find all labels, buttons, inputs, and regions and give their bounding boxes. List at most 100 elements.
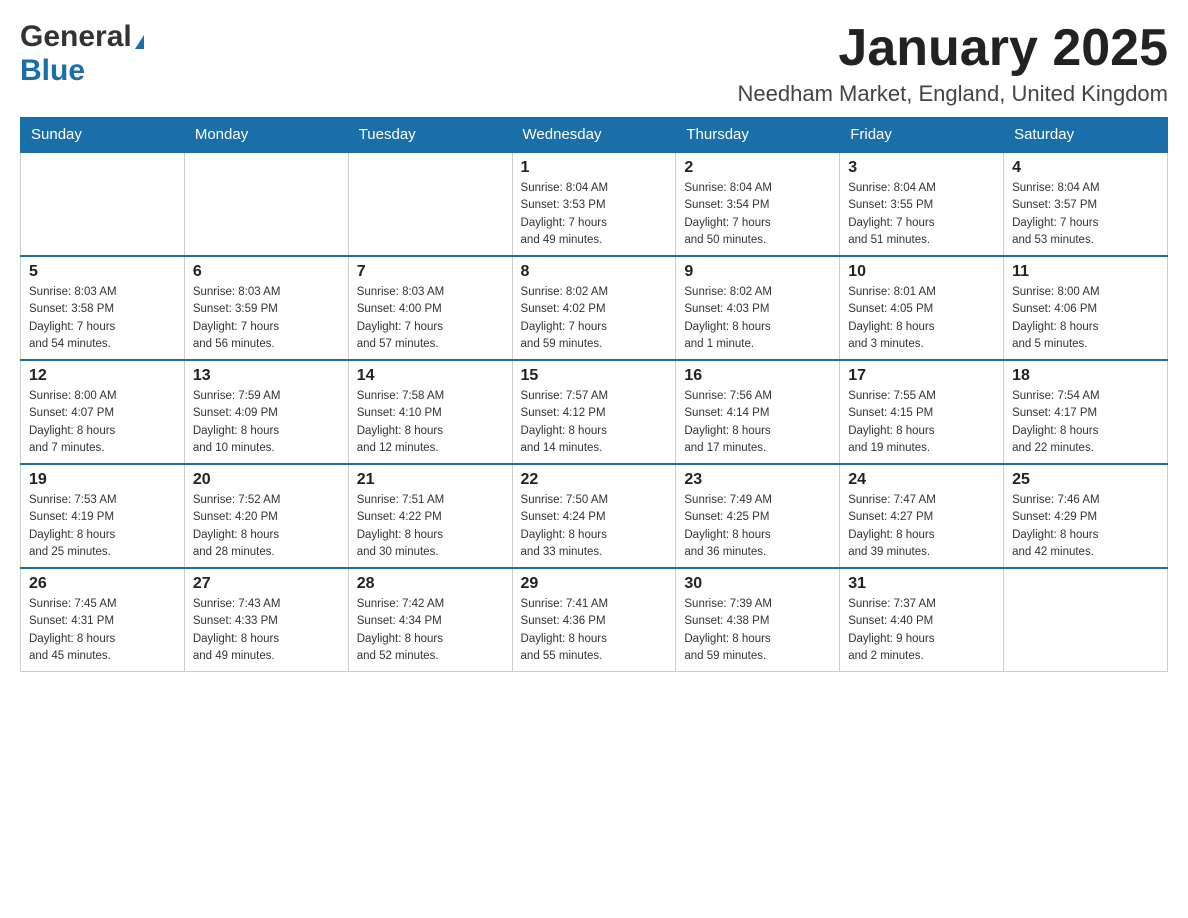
day-number: 1 [521, 159, 668, 177]
calendar-cell: 28Sunrise: 7:42 AMSunset: 4:34 PMDayligh… [348, 568, 512, 672]
week-row-4: 19 Sunrise: 7:53 AMSunset: 4:19 PMDayligh… [21, 464, 1168, 568]
calendar-table: SundayMondayTuesdayWednesdayThursdayFrid… [20, 117, 1168, 672]
day-info: Sunrise: 8:03 AMSunset: 3:59 PMDaylight:… [193, 284, 340, 353]
weekday-header-saturday: Saturday [1004, 118, 1168, 153]
day-info: Sunrise: 8:04 AMSunset: 3:55 PMDaylight:… [848, 180, 995, 249]
day-info: Sunrise: 7:39 AMSunset: 4:38 PMDaylight:… [684, 596, 831, 665]
calendar-cell: 4 Sunrise: 8:04 AMSunset: 3:57 PMDaylight… [1004, 152, 1168, 256]
calendar-cell: 18Sunrise: 7:54 AMSunset: 4:17 PMDayligh… [1004, 360, 1168, 464]
calendar-cell: 16Sunrise: 7:56 AMSunset: 4:14 PMDayligh… [676, 360, 840, 464]
calendar-cell: 7 Sunrise: 8:03 AMSunset: 4:00 PMDaylight… [348, 256, 512, 360]
calendar-cell [184, 152, 348, 256]
day-info: Sunrise: 8:02 AMSunset: 4:02 PMDaylight:… [521, 284, 668, 353]
day-info: Sunrise: 8:01 AMSunset: 4:05 PMDaylight:… [848, 284, 995, 353]
calendar-cell: 25Sunrise: 7:46 AMSunset: 4:29 PMDayligh… [1004, 464, 1168, 568]
page-header: General Blue January 2025 Needham Market… [20, 20, 1168, 107]
day-number: 13 [193, 367, 340, 385]
day-number: 29 [521, 575, 668, 593]
day-number: 12 [29, 367, 176, 385]
calendar-cell: 12 Sunrise: 8:00 AMSunset: 4:07 PMDayligh… [21, 360, 185, 464]
calendar-cell: 17Sunrise: 7:55 AMSunset: 4:15 PMDayligh… [840, 360, 1004, 464]
day-number: 7 [357, 263, 504, 281]
calendar-cell: 5 Sunrise: 8:03 AMSunset: 3:58 PMDaylight… [21, 256, 185, 360]
day-info: Sunrise: 7:50 AMSunset: 4:24 PMDaylight:… [521, 492, 668, 561]
calendar-cell: 21 Sunrise: 7:51 AMSunset: 4:22 PMDayligh… [348, 464, 512, 568]
day-number: 31 [848, 575, 995, 593]
day-number: 2 [684, 159, 831, 177]
day-info: Sunrise: 7:58 AMSunset: 4:10 PMDaylight:… [357, 388, 504, 457]
calendar-cell [348, 152, 512, 256]
weekday-header-sunday: Sunday [21, 118, 185, 153]
logo-triangle-icon [135, 35, 144, 49]
day-number: 24 [848, 471, 995, 489]
day-number: 14 [357, 367, 504, 385]
calendar-cell: 9 Sunrise: 8:02 AMSunset: 4:03 PMDaylight… [676, 256, 840, 360]
day-number: 26 [29, 575, 176, 593]
logo-bottom: Blue [20, 54, 85, 88]
day-info: Sunrise: 8:00 AMSunset: 4:07 PMDaylight:… [29, 388, 176, 457]
weekday-header-friday: Friday [840, 118, 1004, 153]
logo-top: General [20, 20, 144, 54]
location-title: Needham Market, England, United Kingdom [738, 81, 1168, 107]
day-info: Sunrise: 7:45 AMSunset: 4:31 PMDaylight:… [29, 596, 176, 665]
calendar-cell: 26 Sunrise: 7:45 AMSunset: 4:31 PMDayligh… [21, 568, 185, 672]
day-info: Sunrise: 8:04 AMSunset: 3:53 PMDaylight:… [521, 180, 668, 249]
day-number: 20 [193, 471, 340, 489]
calendar-cell: 14 Sunrise: 7:58 AMSunset: 4:10 PMDayligh… [348, 360, 512, 464]
calendar-cell: 22Sunrise: 7:50 AMSunset: 4:24 PMDayligh… [512, 464, 676, 568]
day-number: 21 [357, 471, 504, 489]
weekday-header-row: SundayMondayTuesdayWednesdayThursdayFrid… [21, 118, 1168, 153]
calendar-cell: 30 Sunrise: 7:39 AMSunset: 4:38 PMDayligh… [676, 568, 840, 672]
day-number: 10 [848, 263, 995, 281]
weekday-header-tuesday: Tuesday [348, 118, 512, 153]
calendar-cell: 20 Sunrise: 7:52 AMSunset: 4:20 PMDayligh… [184, 464, 348, 568]
day-info: Sunrise: 7:52 AMSunset: 4:20 PMDaylight:… [193, 492, 340, 561]
day-info: Sunrise: 7:53 AMSunset: 4:19 PMDaylight:… [29, 492, 176, 561]
day-info: Sunrise: 8:03 AMSunset: 3:58 PMDaylight:… [29, 284, 176, 353]
day-info: Sunrise: 7:37 AMSunset: 4:40 PMDaylight:… [848, 596, 995, 665]
day-number: 30 [684, 575, 831, 593]
logo-general-text: General [20, 20, 132, 53]
day-number: 15 [521, 367, 668, 385]
day-number: 3 [848, 159, 995, 177]
calendar-cell [1004, 568, 1168, 672]
day-info: Sunrise: 8:04 AMSunset: 3:57 PMDaylight:… [1012, 180, 1159, 249]
day-number: 16 [684, 367, 831, 385]
calendar-cell [21, 152, 185, 256]
day-number: 19 [29, 471, 176, 489]
day-info: Sunrise: 8:04 AMSunset: 3:54 PMDaylight:… [684, 180, 831, 249]
calendar-cell: 29Sunrise: 7:41 AMSunset: 4:36 PMDayligh… [512, 568, 676, 672]
calendar-cell: 6 Sunrise: 8:03 AMSunset: 3:59 PMDaylight… [184, 256, 348, 360]
day-info: Sunrise: 7:51 AMSunset: 4:22 PMDaylight:… [357, 492, 504, 561]
month-title: January 2025 [738, 20, 1168, 77]
calendar-cell: 31 Sunrise: 7:37 AMSunset: 4:40 PMDayligh… [840, 568, 1004, 672]
day-number: 5 [29, 263, 176, 281]
calendar-cell: 19 Sunrise: 7:53 AMSunset: 4:19 PMDayligh… [21, 464, 185, 568]
day-number: 23 [684, 471, 831, 489]
day-number: 6 [193, 263, 340, 281]
calendar-cell: 13Sunrise: 7:59 AMSunset: 4:09 PMDayligh… [184, 360, 348, 464]
day-number: 17 [848, 367, 995, 385]
weekday-header-monday: Monday [184, 118, 348, 153]
calendar-cell: 10 Sunrise: 8:01 AMSunset: 4:05 PMDayligh… [840, 256, 1004, 360]
day-number: 4 [1012, 159, 1159, 177]
calendar-cell: 23Sunrise: 7:49 AMSunset: 4:25 PMDayligh… [676, 464, 840, 568]
day-info: Sunrise: 7:47 AMSunset: 4:27 PMDaylight:… [848, 492, 995, 561]
day-number: 9 [684, 263, 831, 281]
week-row-5: 26 Sunrise: 7:45 AMSunset: 4:31 PMDayligh… [21, 568, 1168, 672]
calendar-cell: 24 Sunrise: 7:47 AMSunset: 4:27 PMDayligh… [840, 464, 1004, 568]
day-info: Sunrise: 8:03 AMSunset: 4:00 PMDaylight:… [357, 284, 504, 353]
weekday-header-thursday: Thursday [676, 118, 840, 153]
day-info: Sunrise: 8:02 AMSunset: 4:03 PMDaylight:… [684, 284, 831, 353]
week-row-2: 5 Sunrise: 8:03 AMSunset: 3:58 PMDaylight… [21, 256, 1168, 360]
day-info: Sunrise: 7:42 AMSunset: 4:34 PMDaylight:… [357, 596, 504, 665]
day-info: Sunrise: 8:00 AMSunset: 4:06 PMDaylight:… [1012, 284, 1159, 353]
title-area: January 2025 Needham Market, England, Un… [738, 20, 1168, 107]
day-number: 27 [193, 575, 340, 593]
logo-blue-text: Blue [20, 54, 85, 87]
day-info: Sunrise: 7:54 AMSunset: 4:17 PMDaylight:… [1012, 388, 1159, 457]
day-info: Sunrise: 7:46 AMSunset: 4:29 PMDaylight:… [1012, 492, 1159, 561]
calendar-cell: 15Sunrise: 7:57 AMSunset: 4:12 PMDayligh… [512, 360, 676, 464]
day-info: Sunrise: 7:43 AMSunset: 4:33 PMDaylight:… [193, 596, 340, 665]
day-number: 8 [521, 263, 668, 281]
